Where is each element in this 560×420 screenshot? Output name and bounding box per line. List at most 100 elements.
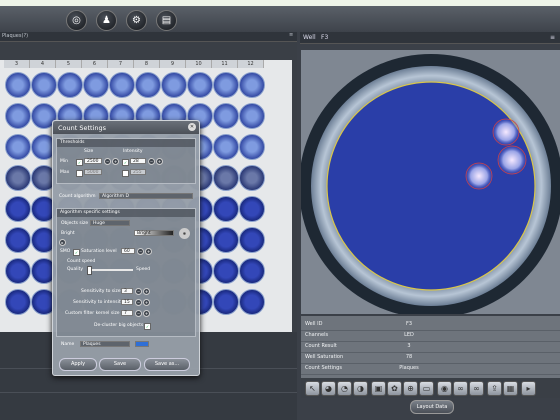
layout-data-button[interactable]: Layout Data xyxy=(410,400,454,414)
settings-wheel-icon[interactable]: ✺ xyxy=(179,228,190,239)
speed-slider-thumb[interactable] xyxy=(87,266,92,275)
plate-well[interactable] xyxy=(213,227,239,253)
plate-well[interactable] xyxy=(213,72,239,98)
name-action-button[interactable] xyxy=(135,341,149,347)
palette-icon[interactable]: ◑ xyxy=(353,381,368,396)
plate-well[interactable] xyxy=(5,72,31,98)
plate-well[interactable] xyxy=(213,103,239,129)
plate-column-header[interactable]: 9 xyxy=(160,60,186,68)
plate-well[interactable] xyxy=(31,72,57,98)
stepper-plus-icon[interactable]: + xyxy=(145,248,152,255)
plate-well[interactable] xyxy=(239,227,265,253)
plate-well[interactable] xyxy=(213,258,239,284)
plate-well[interactable] xyxy=(5,196,31,222)
objects-are-toggle[interactable]: Bright xyxy=(134,230,174,236)
apply-button[interactable]: Apply xyxy=(59,358,97,371)
eye-icon[interactable]: ◉ xyxy=(437,381,452,396)
plate-well[interactable] xyxy=(5,165,31,191)
save-button[interactable]: Save xyxy=(99,358,141,371)
stepper-plus-icon[interactable]: + xyxy=(143,310,150,317)
color-wheel-icon[interactable]: ✿ xyxy=(387,381,402,396)
book-icon[interactable]: ▤ xyxy=(156,10,177,31)
plate-well[interactable] xyxy=(213,196,239,222)
plate-column-header[interactable]: 4 xyxy=(30,60,56,68)
stepper-minus-icon[interactable]: − xyxy=(148,158,155,165)
plate-well[interactable] xyxy=(239,196,265,222)
plate-well[interactable] xyxy=(5,103,31,129)
plate-well[interactable] xyxy=(213,134,239,160)
plate-well[interactable] xyxy=(5,289,31,315)
saturation-input[interactable]: 60 xyxy=(121,248,135,254)
objects-size-select[interactable]: Huge xyxy=(90,220,130,226)
plate-well[interactable] xyxy=(239,72,265,98)
stepper-plus-icon[interactable]: + xyxy=(112,158,119,165)
well-image-viewer[interactable] xyxy=(301,50,560,314)
smo-checkbox[interactable]: ✓ xyxy=(73,249,80,256)
count-algorithm-select[interactable]: Algorithm D xyxy=(99,193,193,199)
plate-well[interactable] xyxy=(239,258,265,284)
gear-icon[interactable]: ⚙ xyxy=(126,10,147,31)
link-icon[interactable]: ∞ xyxy=(469,381,484,396)
plate-column-header[interactable]: 7 xyxy=(108,60,134,68)
grid-icon[interactable]: ▦ xyxy=(503,381,518,396)
sens-int-input[interactable]: 15 xyxy=(121,299,133,305)
size-min-checkbox[interactable]: ✓ xyxy=(76,159,83,166)
plate-well[interactable] xyxy=(213,289,239,315)
stepper-plus-icon[interactable]: + xyxy=(156,158,163,165)
int-min-input[interactable]: 28 xyxy=(130,158,146,164)
plate-column-header[interactable]: 6 xyxy=(82,60,108,68)
int-max-checkbox[interactable] xyxy=(122,170,129,177)
plate-well[interactable] xyxy=(239,103,265,129)
zoom-icon[interactable]: ⊕ xyxy=(403,381,418,396)
plate-well[interactable] xyxy=(5,134,31,160)
size-max-input[interactable]: 5000 xyxy=(84,169,102,175)
plate-column-header[interactable]: 10 xyxy=(186,60,212,68)
plate-well[interactable] xyxy=(239,134,265,160)
close-icon[interactable]: ✕ xyxy=(188,123,196,131)
plate-well[interactable] xyxy=(187,72,213,98)
plate-well[interactable] xyxy=(5,258,31,284)
sens-size-input[interactable]: 3 xyxy=(121,288,133,294)
users-icon[interactable]: ♟ xyxy=(96,10,117,31)
panel-menu-icon[interactable]: ≡ xyxy=(550,34,555,41)
export-icon[interactable]: ⇪ xyxy=(487,381,502,396)
plate-well[interactable] xyxy=(57,72,83,98)
size-max-checkbox[interactable] xyxy=(76,170,83,177)
plate-well[interactable] xyxy=(239,165,265,191)
plate-well[interactable] xyxy=(5,227,31,253)
plate-well[interactable] xyxy=(83,72,109,98)
stepper-minus-icon[interactable]: − xyxy=(104,158,111,165)
plate-column-header[interactable]: 5 xyxy=(56,60,82,68)
stepper-plus-icon[interactable]: + xyxy=(143,288,150,295)
plate-well[interactable] xyxy=(109,72,135,98)
int-min-checkbox[interactable]: ✓ xyxy=(122,159,129,166)
filter-input[interactable]: 7 xyxy=(121,310,133,316)
name-select[interactable]: Plaques xyxy=(80,341,130,347)
plate-well[interactable] xyxy=(161,72,187,98)
plate-column-header[interactable]: 8 xyxy=(134,60,160,68)
stepper-plus-icon[interactable]: + xyxy=(143,299,150,306)
expand-icon[interactable]: ▸ xyxy=(59,239,66,246)
stepper-minus-icon[interactable]: − xyxy=(135,299,142,306)
palette-icon[interactable]: ◔ xyxy=(337,381,352,396)
stepper-minus-icon[interactable]: − xyxy=(135,310,142,317)
size-min-input[interactable]: 2500 xyxy=(84,158,102,164)
globe-icon[interactable]: ◎ xyxy=(66,10,87,31)
layer-icon[interactable]: ▭ xyxy=(419,381,434,396)
more-icon[interactable]: ▸ xyxy=(521,381,536,396)
panel-menu-icon[interactable]: ≡ xyxy=(289,32,293,38)
link-icon[interactable]: ∞ xyxy=(453,381,468,396)
plate-column-header[interactable]: 12 xyxy=(238,60,264,68)
plate-well[interactable] xyxy=(213,165,239,191)
pointer-icon[interactable]: ↖ xyxy=(305,381,320,396)
decluster-checkbox[interactable]: ✓ xyxy=(144,323,151,330)
speed-slider-track[interactable] xyxy=(87,269,133,271)
int-max-input[interactable]: 255 xyxy=(130,169,146,175)
palette-icon[interactable]: ◕ xyxy=(321,381,336,396)
image-icon[interactable]: ▣ xyxy=(371,381,386,396)
stepper-minus-icon[interactable]: − xyxy=(135,288,142,295)
plate-well[interactable] xyxy=(239,289,265,315)
plate-column-header[interactable]: 3 xyxy=(4,60,30,68)
plate-well[interactable] xyxy=(135,72,161,98)
plate-column-header[interactable]: 11 xyxy=(212,60,238,68)
